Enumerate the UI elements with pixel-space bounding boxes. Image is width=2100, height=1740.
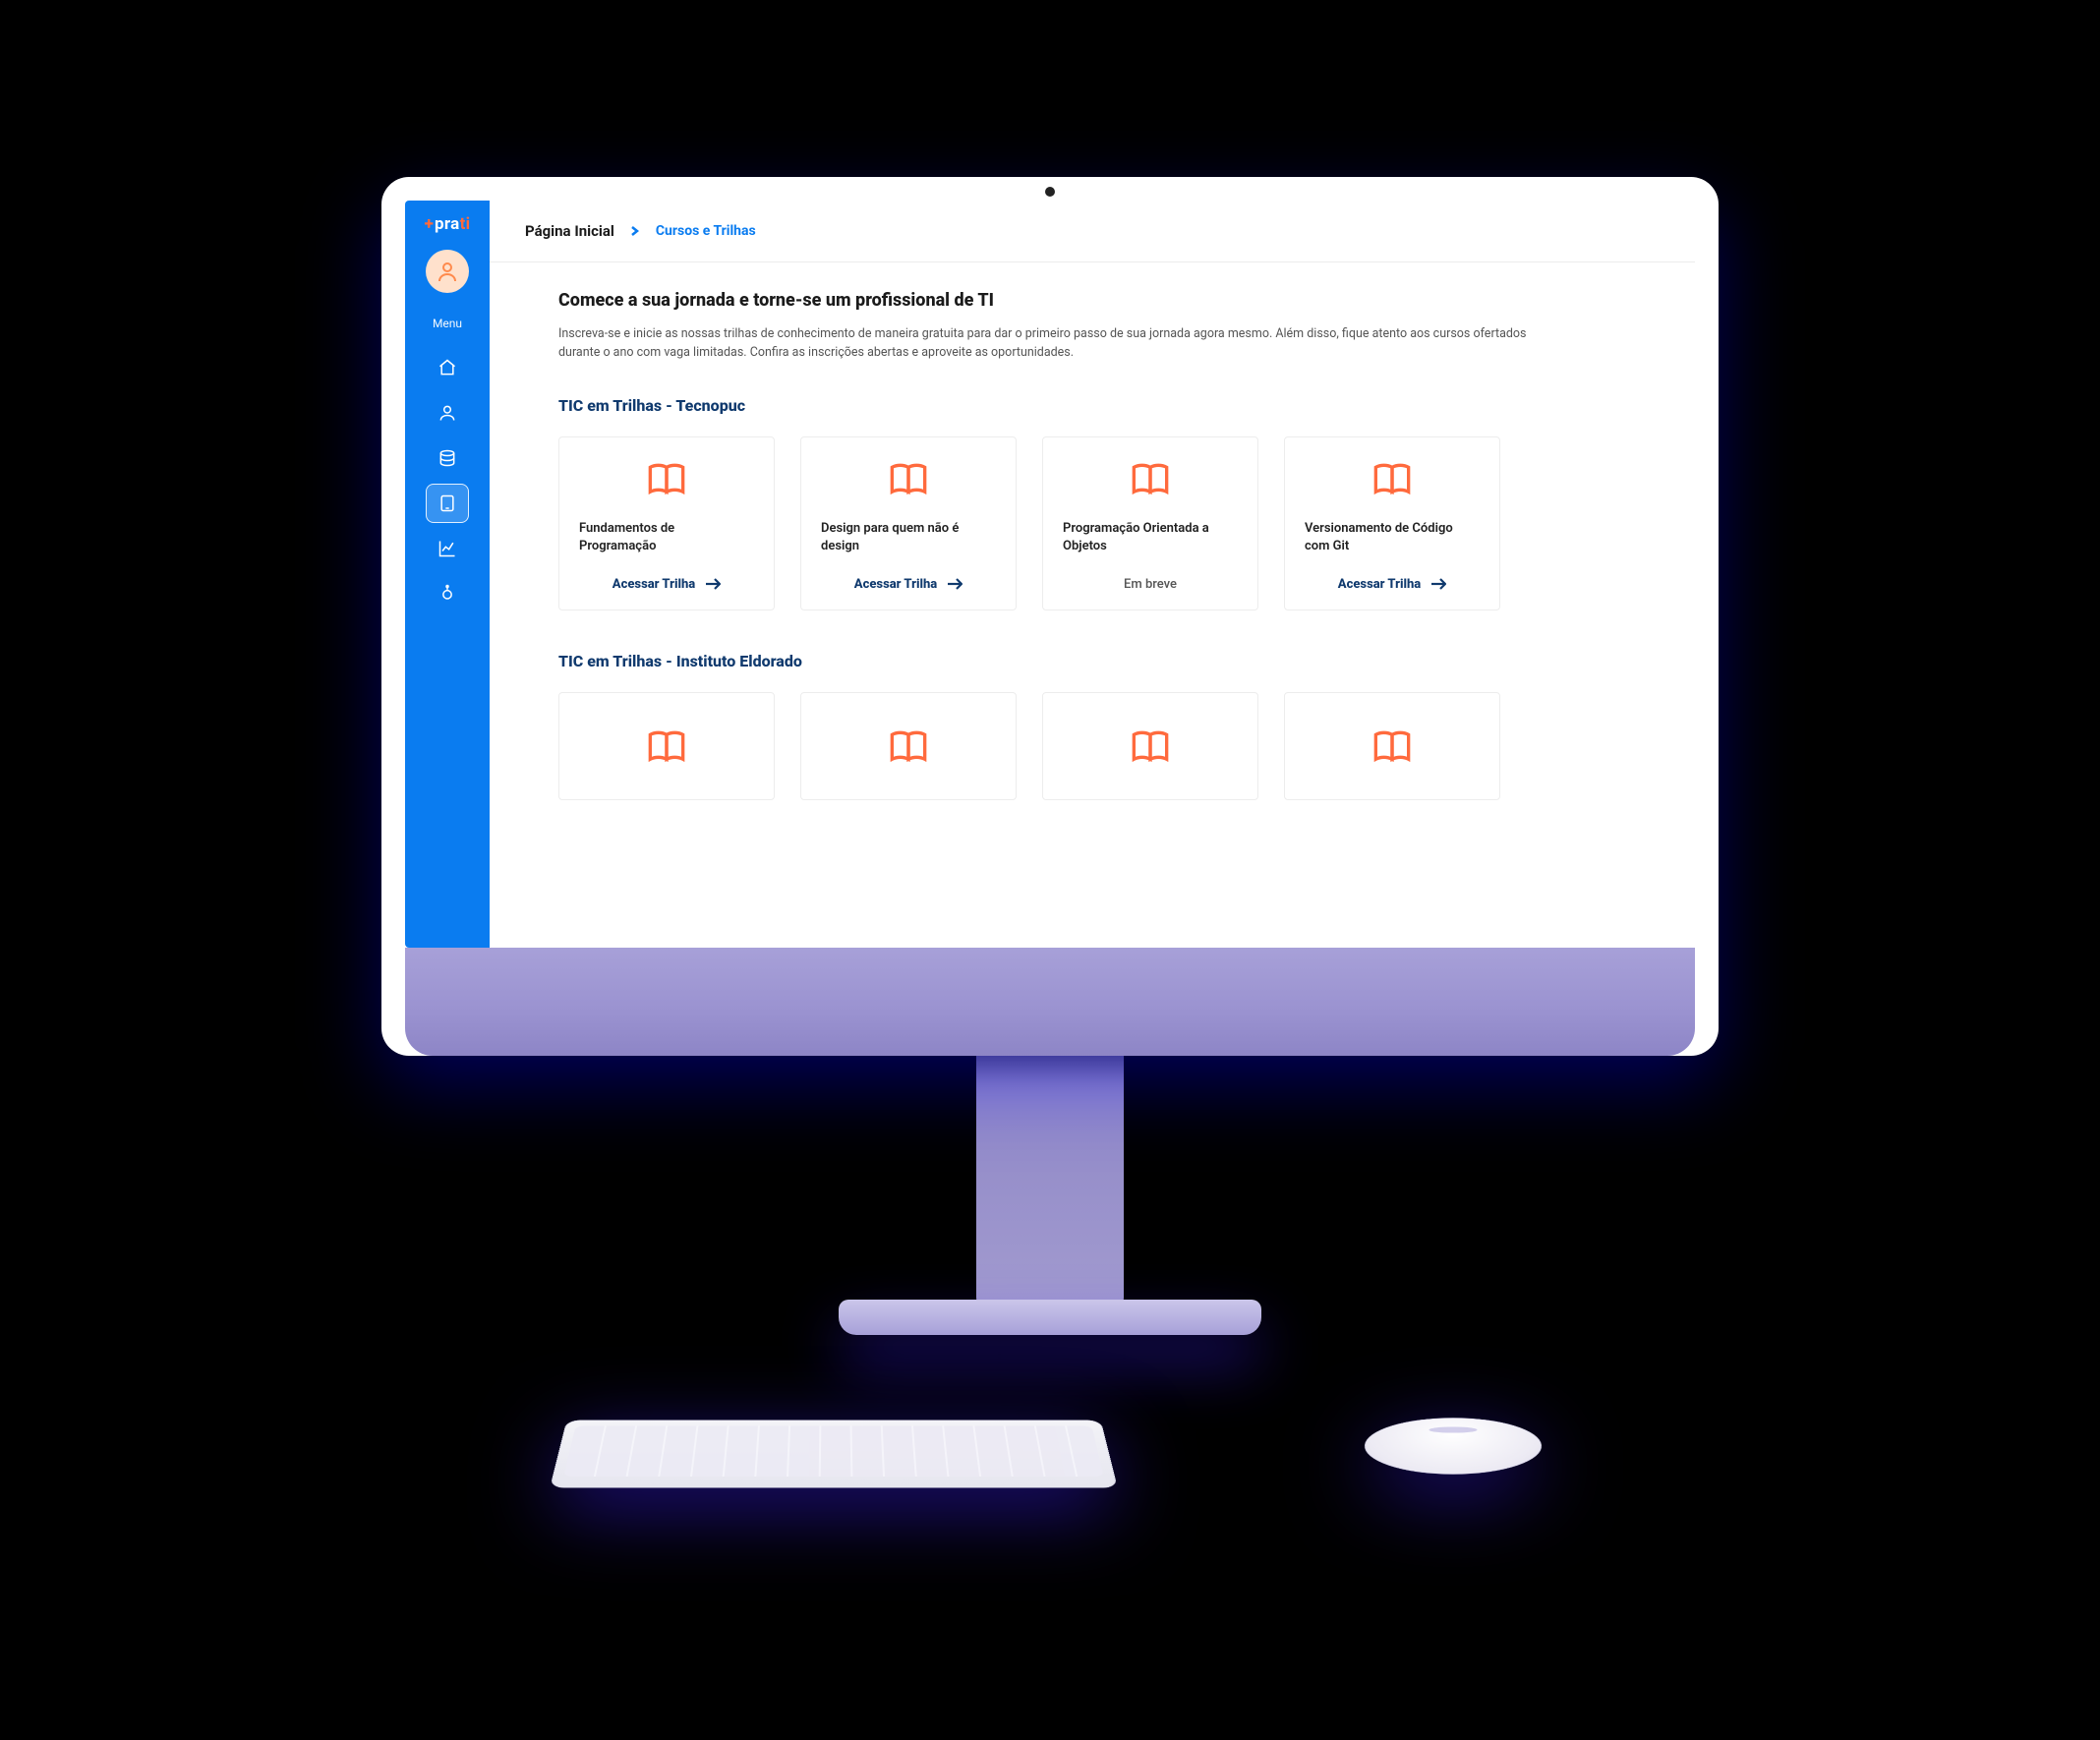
- course-card: [800, 692, 1017, 800]
- book-icon: [1063, 459, 1238, 498]
- access-track-link[interactable]: Acessar Trilha: [579, 577, 754, 592]
- brand-ti: ti: [460, 214, 471, 234]
- monitor-frame: +prati Menu: [381, 177, 1719, 1056]
- card-row-tecnopuc: Fundamentos de Programação Acessar Trilh…: [558, 436, 1626, 610]
- sidebar-item-home[interactable]: [426, 348, 469, 387]
- course-title: Versionamento de Código com Git: [1305, 520, 1480, 557]
- breadcrumb-current: Cursos e Trilhas: [656, 223, 756, 239]
- page-headline: Comece a sua jornada e torne-se um profi…: [558, 290, 1626, 311]
- section-title-eldorado: TIC em Trilhas - Instituto Eldorado: [558, 652, 1626, 670]
- brand-plus: +: [425, 214, 434, 234]
- arrow-right-icon: [705, 578, 721, 590]
- book-icon: [821, 459, 996, 498]
- arrow-right-icon: [947, 578, 962, 590]
- course-title: Fundamentos de Programação: [579, 520, 754, 557]
- keyboard: [550, 1421, 1118, 1488]
- access-track-link[interactable]: Acessar Trilha: [821, 577, 996, 592]
- app-viewport: +prati Menu: [405, 201, 1695, 948]
- sidebar: +prati Menu: [405, 201, 490, 948]
- sidebar-item-courses[interactable]: [426, 484, 469, 523]
- course-card: [1284, 692, 1500, 800]
- arrow-right-icon: [1430, 578, 1446, 590]
- course-title: Programação Orientada a Objetos: [1063, 520, 1238, 557]
- book-icon: [579, 459, 754, 498]
- breadcrumb-root[interactable]: Página Inicial: [525, 222, 614, 240]
- course-card: Design para quem não é design Acessar Tr…: [800, 436, 1017, 610]
- sidebar-item-extra[interactable]: [426, 574, 469, 613]
- sidebar-item-database[interactable]: [426, 438, 469, 478]
- content-area: Comece a sua jornada e torne-se um profi…: [490, 262, 1695, 841]
- avatar[interactable]: [426, 250, 469, 293]
- book-icon: [1372, 726, 1412, 766]
- tablet-icon: [438, 493, 457, 513]
- peripherals: [381, 1374, 1719, 1551]
- home-icon: [438, 358, 457, 377]
- menu-label: Menu: [433, 317, 462, 330]
- book-icon: [1131, 726, 1170, 766]
- book-icon: [889, 726, 928, 766]
- course-card: Fundamentos de Programação Acessar Trilh…: [558, 436, 775, 610]
- book-icon: [1305, 459, 1480, 498]
- chart-icon: [438, 539, 457, 558]
- avatar-icon: [437, 261, 458, 282]
- access-track-label: Acessar Trilha: [854, 577, 937, 592]
- sidebar-item-analytics[interactable]: [426, 529, 469, 568]
- mouse: [1362, 1418, 1545, 1474]
- imac-mockup: +prati Menu: [381, 177, 1719, 1551]
- database-icon: [438, 448, 457, 468]
- card-row-eldorado: [558, 692, 1626, 800]
- monitor-stand-base: [839, 1300, 1261, 1335]
- chevron-right-icon: [630, 222, 640, 240]
- course-card: [558, 692, 775, 800]
- course-card: [1042, 692, 1258, 800]
- sidebar-item-profile[interactable]: [426, 393, 469, 433]
- section-title-tecnopuc: TIC em Trilhas - Tecnopuc: [558, 396, 1626, 415]
- book-icon: [647, 726, 686, 766]
- access-track-label: Acessar Trilha: [612, 577, 695, 592]
- monitor-chin: [405, 948, 1695, 1056]
- camera-dot: [1045, 187, 1055, 197]
- main-panel: Página Inicial Cursos e Trilhas Comece a…: [490, 201, 1695, 948]
- breadcrumb: Página Inicial Cursos e Trilhas: [490, 201, 1695, 262]
- access-track-link[interactable]: Acessar Trilha: [1305, 577, 1480, 592]
- course-card: Programação Orientada a Objetos Em breve: [1042, 436, 1258, 610]
- brand-pra: pra: [435, 214, 460, 234]
- brand-logo[interactable]: +prati: [425, 214, 471, 234]
- monitor-stand-neck: [976, 1054, 1124, 1309]
- access-track-label: Acessar Trilha: [1338, 577, 1421, 592]
- user-icon: [438, 403, 457, 423]
- course-title: Design para quem não é design: [821, 520, 996, 557]
- page-intro: Inscreva-se e inicie as nossas trilhas d…: [558, 324, 1561, 363]
- course-card: Versionamento de Código com Git Acessar …: [1284, 436, 1500, 610]
- sidebar-nav: [405, 348, 490, 613]
- coming-soon-label: Em breve: [1063, 577, 1238, 592]
- sparkle-icon: [438, 584, 457, 604]
